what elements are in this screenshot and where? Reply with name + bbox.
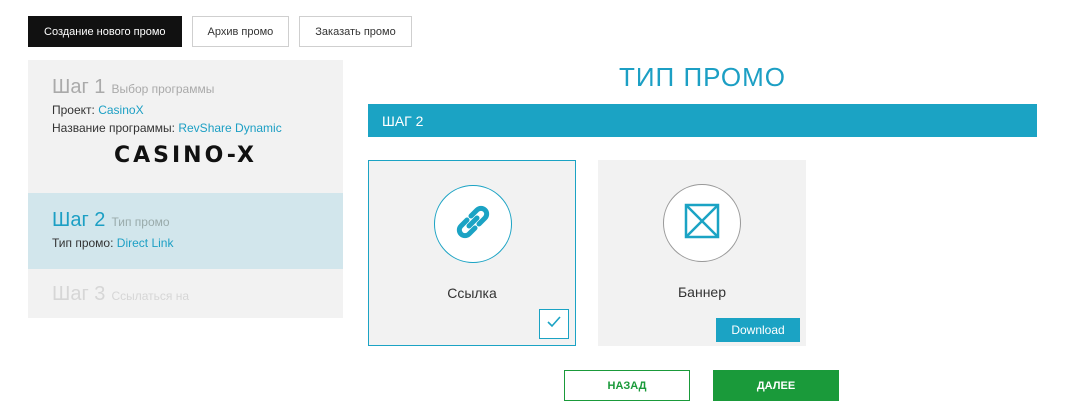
step-1[interactable]: Шаг 1 Выбор программы Проект: CasinoX На… [28,60,343,193]
program-label: Название программы: [52,121,175,135]
step-header-bar: ШАГ 2 [368,104,1037,137]
page-title: ТИП ПРОМО [618,62,787,92]
step-2-subtitle: Тип промо [111,215,170,229]
tab-create-promo[interactable]: Создание нового промо [28,16,182,47]
promo-type-line: Тип промо: Direct Link [52,236,343,250]
link-icon [453,202,493,247]
link-icon-circle [434,185,512,263]
check-icon [547,315,561,333]
banner-icon-circle [663,184,741,262]
step-1-title: Шаг 1 Выбор программы [52,76,343,99]
promo-tabs: Создание нового промо Архив промо Заказа… [28,16,412,47]
back-button[interactable]: НАЗАД [564,370,690,401]
project-line: Проект: CasinoX [52,103,343,117]
next-button[interactable]: ДАЛЕЕ [713,370,839,401]
step-3[interactable]: Шаг 3 Ссылаться на [28,269,343,318]
project-label: Проект: [52,103,95,117]
download-button[interactable]: Download [716,318,800,342]
step-3-number: Шаг 3 [52,283,106,305]
step-3-title: Шаг 3 Ссылаться на [52,283,343,306]
promo-type-label: Тип промо: [52,236,114,250]
program-value: RevShare Dynamic [178,121,282,135]
step-2-number: Шаг 2 [52,209,106,231]
link-card-label: Ссылка [447,285,497,301]
promo-type-card-banner[interactable]: Баннер Download [598,160,806,346]
step-2[interactable]: Шаг 2 Тип промо Тип промо: Direct Link [28,193,343,269]
step-3-subtitle: Ссылаться на [111,289,190,303]
step-1-number: Шаг 1 [52,76,106,98]
step-2-title: Шаг 2 Тип промо [52,209,343,232]
image-placeholder-icon [683,202,721,245]
casino-x-logo: CASINO-X [113,143,258,168]
project-value: CasinoX [98,103,144,117]
selected-check [539,309,569,339]
step-1-subtitle: Выбор программы [111,82,215,96]
banner-card-label: Баннер [677,284,726,300]
tab-promo-archive[interactable]: Архив промо [191,16,290,47]
program-line: Название программы: RevShare Dynamic [52,121,343,135]
promo-type-value: Direct Link [116,236,174,250]
tab-order-promo[interactable]: Заказать промо [299,16,412,47]
promo-type-card-link[interactable]: Ссылка [368,160,576,346]
steps-sidebar: Шаг 1 Выбор программы Проект: CasinoX На… [28,60,343,318]
